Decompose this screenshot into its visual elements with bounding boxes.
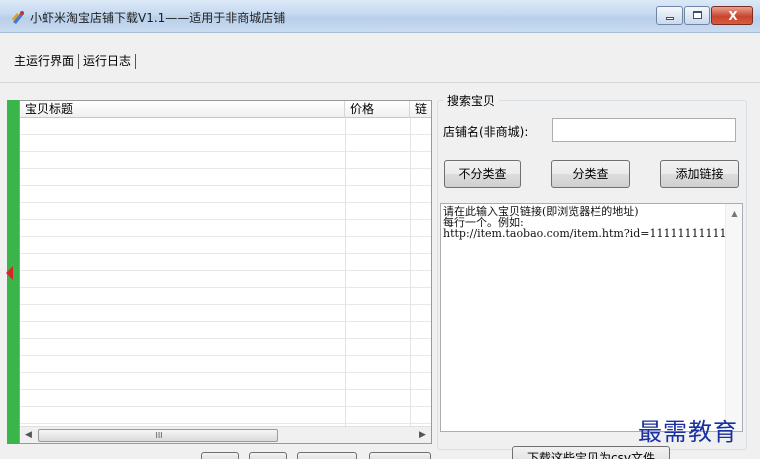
column-divider [345, 118, 346, 426]
column-divider [410, 118, 411, 426]
bottom-button-4[interactable] [369, 452, 431, 459]
app-window: 小虾米淘宝店铺下载V1.1——适用于非商城店铺 X 主运行界面 运行日志 宝贝标题… [0, 0, 760, 459]
links-text[interactable]: 请在此输入宝贝链接(即浏览器栏的地址) 每行一个。例如: http://item… [443, 206, 727, 239]
scroll-thumb[interactable]: III [38, 429, 278, 442]
tab-divider [135, 54, 137, 69]
search-group-title: 搜索宝贝 [443, 92, 500, 109]
add-link-button[interactable]: 添加链接 [660, 160, 739, 188]
window-title: 小虾米淘宝店铺下载V1.1——适用于非商城店铺 [30, 11, 286, 25]
item-list-rows[interactable] [20, 118, 431, 426]
column-header-price[interactable]: 价格 [345, 101, 410, 118]
search-no-category-button[interactable]: 不分类查 [444, 160, 521, 188]
close-button[interactable]: X [711, 6, 753, 25]
scroll-grip: III [155, 431, 163, 440]
title-bar[interactable]: 小虾米淘宝店铺下载V1.1——适用于非商城店铺 X [0, 0, 760, 33]
export-csv-button[interactable]: 下载这些宝贝为csv文件 [512, 446, 670, 459]
shop-name-label: 店铺名(非商城): [443, 125, 529, 139]
tab-underline [0, 82, 760, 83]
app-icon [12, 11, 24, 24]
tab-strip: 主运行界面 运行日志 [12, 52, 138, 72]
links-textarea[interactable]: 请在此输入宝贝链接(即浏览器栏的地址) 每行一个。例如: http://item… [440, 203, 743, 432]
minimize-button[interactable] [656, 6, 683, 25]
horizontal-scrollbar[interactable]: ◀ III ▶ [20, 426, 431, 443]
scroll-left-icon[interactable]: ◀ [20, 427, 37, 443]
minimize-icon [666, 17, 674, 20]
tab-log[interactable]: 运行日志 [81, 52, 133, 69]
column-header-link[interactable]: 链 [410, 101, 431, 118]
scroll-up-icon[interactable]: ▲ [726, 209, 742, 218]
item-list-header: 宝贝标题 价格 链 [20, 101, 431, 118]
scroll-right-icon[interactable]: ▶ [414, 427, 431, 443]
collapse-arrow-icon[interactable] [6, 266, 13, 280]
maximize-icon [693, 11, 702, 19]
shop-name-input[interactable] [552, 118, 736, 142]
tab-divider [78, 54, 80, 69]
vertical-scrollbar[interactable]: ▲ [725, 204, 742, 431]
column-header-title[interactable]: 宝贝标题 [20, 101, 345, 118]
bottom-button-1[interactable] [201, 452, 239, 459]
bottom-button-3[interactable] [297, 452, 357, 459]
tab-main[interactable]: 主运行界面 [12, 52, 76, 69]
item-list[interactable]: 宝贝标题 价格 链 ◀ III ▶ [19, 100, 432, 444]
close-icon: X [728, 9, 738, 23]
bottom-button-2[interactable] [249, 452, 287, 459]
watermark-text: 最需教育 [638, 418, 738, 446]
search-by-category-button[interactable]: 分类查 [551, 160, 630, 188]
maximize-button[interactable] [684, 6, 710, 25]
